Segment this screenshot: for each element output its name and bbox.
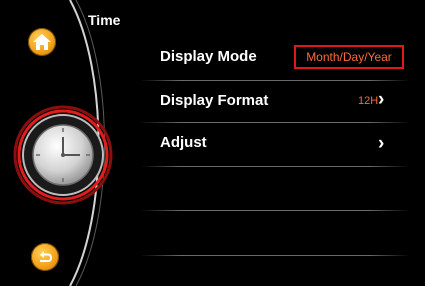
- home-icon: [33, 34, 51, 50]
- divider: [140, 210, 410, 211]
- menu-item-adjust[interactable]: Adjust: [140, 126, 410, 166]
- back-icon: [40, 251, 52, 262]
- back-button[interactable]: [31, 243, 59, 271]
- time-settings-screen: Time Display Mode Month/Day/Year Display…: [0, 0, 425, 286]
- divider: [140, 122, 410, 123]
- menu-item-label: Display Format: [160, 92, 269, 109]
- menu-item-label: Display Mode: [160, 48, 257, 65]
- chevron-right-icon[interactable]: ›: [378, 89, 384, 111]
- page-title: Time: [88, 12, 121, 28]
- divider: [140, 80, 410, 81]
- home-button[interactable]: [28, 28, 56, 56]
- divider: [140, 255, 410, 256]
- divider: [140, 166, 410, 167]
- display-format-value: 12H: [358, 95, 379, 107]
- menu-item-label: Adjust: [160, 134, 207, 151]
- chevron-right-icon[interactable]: ›: [378, 133, 384, 155]
- display-mode-value[interactable]: Month/Day/Year: [294, 45, 404, 69]
- clock-icon: [32, 124, 94, 186]
